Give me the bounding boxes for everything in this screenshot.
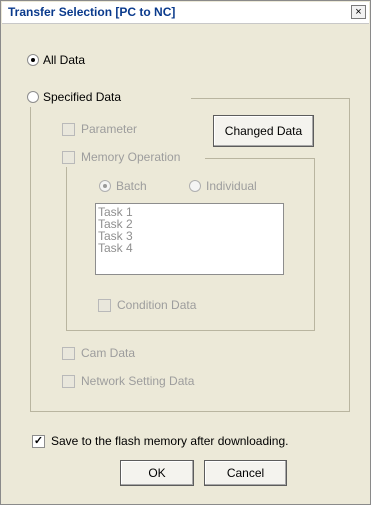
condition-data-label: Condition Data (117, 298, 197, 312)
cancel-button[interactable]: Cancel (204, 460, 287, 486)
all-data-label[interactable]: All Data (43, 53, 85, 67)
condition-data-checkbox[interactable] (98, 299, 111, 312)
close-button[interactable]: × (351, 5, 366, 19)
network-setting-data-checkbox[interactable] (62, 375, 75, 388)
list-item[interactable]: Task 4 (98, 242, 281, 254)
transfer-selection-dialog: Transfer Selection [PC to NC] × All Data… (0, 0, 371, 505)
changed-data-button[interactable]: Changed Data (213, 115, 314, 147)
ok-button[interactable]: OK (120, 460, 194, 486)
network-setting-data-label: Network Setting Data (81, 374, 195, 388)
memory-operation-label: Memory Operation (81, 150, 181, 164)
save-flash-checkbox[interactable]: ✓ (32, 435, 45, 448)
batch-radio[interactable] (99, 180, 111, 192)
parameter-checkbox[interactable] (62, 123, 75, 136)
parameter-label: Parameter (81, 122, 138, 136)
close-icon: × (355, 6, 362, 18)
cam-data-checkbox[interactable] (62, 347, 75, 360)
memory-operation-checkbox[interactable] (62, 151, 75, 164)
specified-data-label[interactable]: Specified Data (43, 90, 121, 104)
all-data-radio[interactable] (27, 54, 39, 66)
individual-radio[interactable] (189, 180, 201, 192)
cam-data-label: Cam Data (81, 346, 136, 360)
dialog-title: Transfer Selection [PC to NC] (8, 5, 176, 19)
save-flash-label[interactable]: Save to the flash memory after downloadi… (51, 434, 288, 448)
task-listbox[interactable]: Task 1 Task 2 Task 3 Task 4 (95, 203, 284, 275)
title-bar[interactable]: Transfer Selection [PC to NC] × (2, 2, 369, 24)
batch-label: Batch (116, 179, 147, 193)
check-icon: ✓ (33, 435, 44, 447)
specified-data-radio[interactable] (27, 91, 39, 103)
individual-label: Individual (206, 179, 257, 193)
